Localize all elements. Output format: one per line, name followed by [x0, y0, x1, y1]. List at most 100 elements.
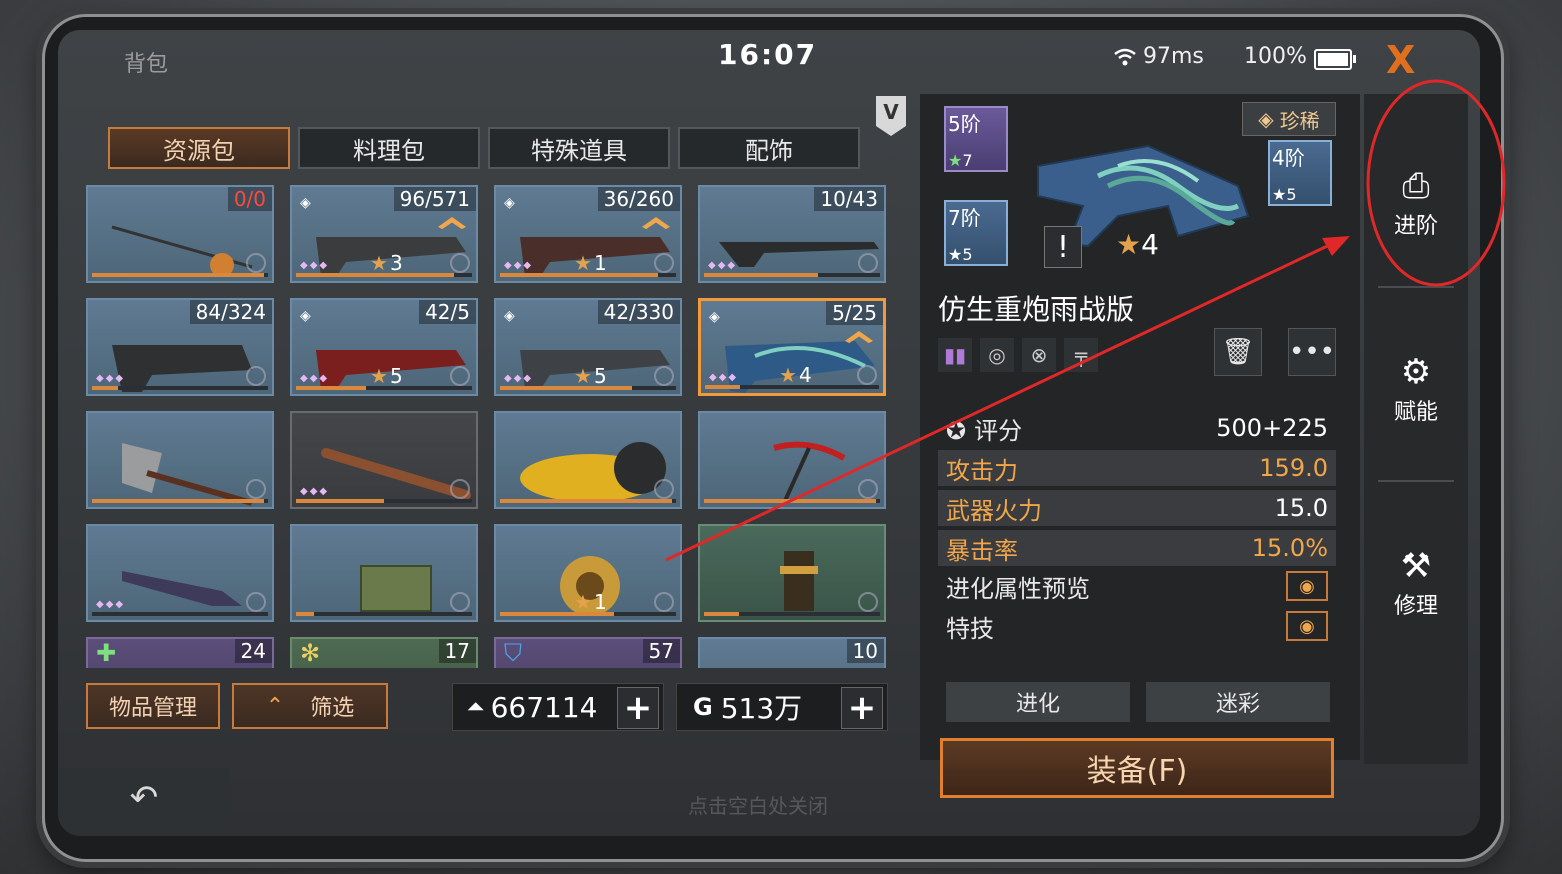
more-icon: ••• — [1289, 337, 1336, 367]
empower-icon: ⚙ — [1400, 352, 1432, 392]
ammo-icon[interactable]: ▮▮ — [938, 338, 972, 372]
quality-dots: ◆◆◆ — [504, 373, 534, 384]
inventory-slot[interactable]: 42/5 ◈ ◆◆◆ ★ 5 — [290, 298, 478, 396]
coin-counter: G 513万 + — [676, 683, 888, 731]
empower-button[interactable]: ⚙ 赋能 — [1364, 352, 1468, 426]
inventory-slot[interactable] — [290, 524, 478, 622]
stat-label: 武器火力 — [946, 496, 1042, 525]
eye-icon[interactable]: ◉ — [1286, 571, 1328, 601]
emblem-icon — [450, 592, 470, 612]
tab-resource-pack[interactable]: 资源包 — [108, 127, 290, 169]
inventory-slot[interactable]: ★ 1 — [494, 524, 682, 622]
inventory-slot[interactable]: 36/260 ◈ ◆◆◆ ★ 1 — [494, 185, 682, 283]
durability-bar — [296, 386, 472, 390]
inventory-slot[interactable]: ◆◆◆ — [290, 411, 478, 509]
inventory-slot[interactable] — [698, 524, 886, 622]
gun-type-icon[interactable]: ╤ — [1064, 338, 1098, 372]
item-count: 10/43 — [814, 187, 884, 211]
repair-button[interactable]: ⚒ 修理 — [1364, 546, 1468, 620]
evolve-preview-row: 进化属性预览 ◉ — [938, 568, 1336, 604]
item-stars: ★ 1 — [574, 251, 607, 275]
back-icon: ↶ — [129, 778, 159, 818]
mod-slot[interactable]: 5阶 ★7 — [944, 106, 1008, 172]
inventory-slot[interactable] — [494, 411, 682, 509]
inventory-slot[interactable]: ◆◆◆ — [86, 524, 274, 622]
emblem-icon — [450, 253, 470, 273]
weapon-name: 仿生重炮雨战版 — [938, 293, 1135, 326]
skill-label: 特技 — [946, 614, 994, 643]
eye-icon[interactable]: ◉ — [1286, 611, 1328, 641]
equip-button[interactable]: 装备(F) — [940, 738, 1334, 798]
diamond-icon: ◈ — [300, 195, 311, 211]
add-coin-button[interactable]: + — [841, 687, 883, 729]
attribute-icons: ▮▮ ◎ ⊗ ╤ — [938, 338, 1098, 372]
inventory-slot[interactable]: 5/25 ◈ ◆◆◆ ★ 4 — [698, 298, 886, 396]
coin-icon: G — [693, 693, 713, 721]
vip-badge-icon[interactable]: V — [876, 96, 906, 136]
item-image — [111, 225, 253, 277]
inventory-slot[interactable]: 10 — [698, 637, 886, 668]
evolve-button[interactable]: 进化 — [946, 682, 1130, 722]
inventory-slot[interactable]: 84/324 ◆◆◆ — [86, 298, 274, 396]
trash-icon: 🗑 — [1221, 337, 1255, 367]
camo-button[interactable]: 迷彩 — [1146, 682, 1330, 722]
tab-cooking-pack[interactable]: 料理包 — [298, 127, 480, 169]
inventory-slot[interactable]: 17 ✻ — [290, 637, 478, 668]
stat-value: 15.0% — [1251, 534, 1328, 562]
close-icon[interactable]: X — [1386, 38, 1415, 82]
inventory-grid: 0/0 96/571 ◈ ◆◆◆ ★ 3 36/260 ◈ ◆◆◆ ★ 1 10/43 ◆◆◆ 84/32… — [86, 185, 896, 668]
item-stars: ★ 1 — [574, 590, 607, 614]
item-count: 36/260 — [597, 187, 680, 211]
inventory-slot[interactable]: 10/43 ◆◆◆ — [698, 185, 886, 283]
emblem-icon[interactable]: ◎ — [980, 338, 1014, 372]
durability-bar — [500, 499, 676, 503]
stat-value: 159.0 — [1259, 454, 1328, 482]
diamond-icon: ◈ — [300, 308, 311, 324]
item-count: 42/330 — [597, 300, 680, 324]
tab-special-items[interactable]: 特殊道具 — [488, 127, 670, 169]
durability-bar — [296, 273, 472, 277]
mod-slot[interactable]: 7阶 ★5 — [944, 200, 1008, 266]
advance-button[interactable]: ⎙ 进阶 — [1364, 166, 1468, 240]
item-image — [780, 551, 818, 611]
inventory-slot[interactable]: 57 ⛉ — [494, 637, 682, 668]
warning-icon[interactable]: ! — [1044, 226, 1082, 268]
gold-value: 667114 — [490, 690, 598, 724]
item-detail-panel: 5阶 ★7 7阶 ★5 4阶 ★5 ◈ 珍稀 ! ★4 仿生重炮雨战版 ▮▮ ◎… — [920, 94, 1360, 798]
mod-slot[interactable]: 4阶 ★5 — [1268, 140, 1332, 206]
item-stars: ★ 3 — [370, 251, 403, 275]
quality-dots: ◆◆◆ — [96, 373, 126, 384]
item-manage-button[interactable]: 物品管理 — [86, 683, 220, 729]
inventory-slot[interactable]: 0/0 — [86, 185, 274, 283]
empower-label: 赋能 — [1393, 400, 1438, 425]
item-image — [321, 448, 471, 500]
tab-accessories[interactable]: 配饰 — [678, 127, 860, 169]
inventory-slot[interactable] — [86, 411, 274, 509]
emblem-icon — [654, 592, 674, 612]
cancel-circle-icon[interactable]: ⊗ — [1022, 338, 1056, 372]
divider — [1378, 286, 1454, 288]
diamond-icon: ◈ — [1258, 107, 1274, 131]
inventory-slot[interactable] — [698, 411, 886, 509]
back-button[interactable]: ↶ — [58, 768, 230, 828]
delete-button[interactable]: 🗑 — [1214, 328, 1262, 376]
durability-bar — [296, 499, 472, 503]
add-gold-button[interactable]: + — [617, 687, 659, 729]
durability-bar — [92, 612, 268, 616]
mod-stars: ★5 — [1272, 185, 1297, 204]
filter-button[interactable]: ⌃ 筛选 — [232, 683, 388, 729]
item-stars: ★ 5 — [370, 364, 403, 388]
action-sidebar: ⎙ 进阶 ⚙ 赋能 ⚒ 修理 — [1364, 94, 1468, 764]
gold-counter: ⏶ 667114 + — [452, 683, 664, 731]
inventory-slot[interactable]: 42/330 ◈ ◆◆◆ ★ 5 — [494, 298, 682, 396]
item-count: 57 — [642, 639, 680, 663]
more-button[interactable]: ••• — [1288, 328, 1336, 376]
durability-bar — [500, 612, 676, 616]
emblem-icon — [246, 592, 266, 612]
item-count: 84/324 — [189, 300, 272, 324]
score-row: ✪ 评分 500+225 — [938, 410, 1336, 446]
inventory-slot[interactable]: 96/571 ◈ ◆◆◆ ★ 3 — [290, 185, 478, 283]
durability-bar — [500, 273, 676, 277]
inventory-slot[interactable]: 24 ✚ — [86, 637, 274, 668]
quality-dots: ◆◆◆ — [300, 486, 330, 497]
